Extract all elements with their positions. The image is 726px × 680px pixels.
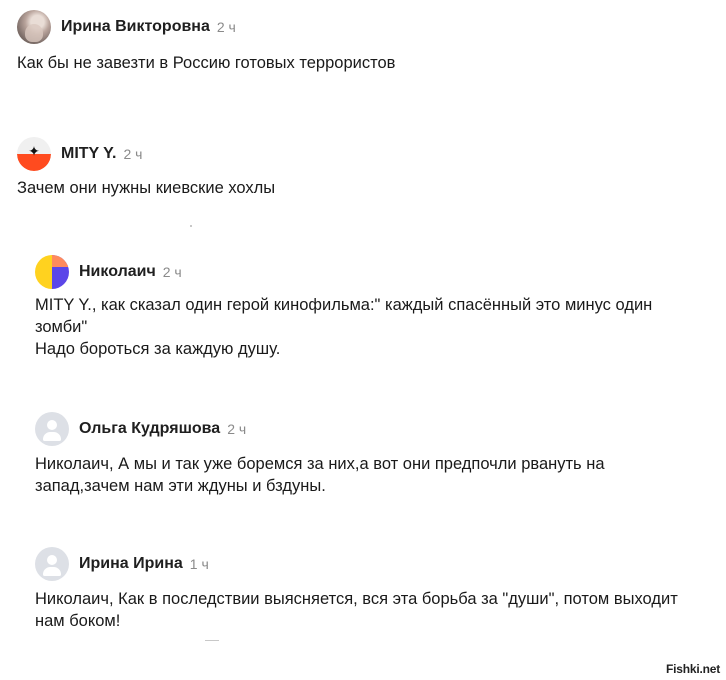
avatar[interactable] — [35, 255, 69, 289]
author-name[interactable]: Ирина Ирина — [79, 555, 183, 573]
comment-text: Как бы не завезти в Россию готовых терро… — [17, 54, 396, 72]
divider — [205, 640, 219, 641]
comment: Ирина Викторовна 2 ч Как бы не завезти в… — [17, 9, 395, 74]
divider — [190, 225, 192, 227]
avatar[interactable] — [35, 412, 69, 446]
comment-time: 2 ч — [162, 264, 182, 280]
watermark: Fishki.net — [665, 662, 720, 676]
comment-header: ✦ MITY Y. 2 ч — [17, 136, 275, 172]
avatar[interactable] — [35, 547, 69, 581]
avatar[interactable] — [17, 10, 51, 44]
comment-text: Зачем они нужны киевские хохлы — [17, 179, 276, 197]
author-name[interactable]: MITY Y. — [61, 145, 116, 163]
avatar-shape — [35, 255, 52, 289]
comment-time: 2 ч — [227, 421, 247, 437]
user-icon — [47, 555, 57, 565]
comment-header: Ирина Викторовна 2 ч — [17, 9, 395, 45]
author-name[interactable]: Николаич — [79, 263, 156, 281]
user-icon — [43, 567, 61, 576]
comment: ✦ MITY Y. 2 ч Зачем они нужны киевские х… — [17, 136, 275, 199]
reply-comment: Ольга Кудряшова 2 ч Николаич, А мы и так… — [35, 411, 605, 497]
comment-header: Ольга Кудряшова 2 ч — [35, 411, 605, 447]
user-icon — [47, 420, 57, 430]
comment-time: 2 ч — [123, 146, 143, 162]
comment-header: Ирина Ирина 1 ч — [35, 546, 678, 582]
avatar[interactable]: ✦ — [17, 137, 51, 171]
reply-comment: Николаич 2 ч MITY Y., как сказал один ге… — [35, 254, 652, 360]
comment-time: 1 ч — [189, 556, 209, 572]
comment-text: MITY Y., как сказал один герой кинофильм… — [35, 296, 653, 358]
comment-header: Николаич 2 ч — [35, 254, 652, 290]
user-icon — [43, 432, 61, 441]
comment-text: Николаич, А мы и так уже боремся за них,… — [35, 455, 605, 495]
comment-time: 2 ч — [216, 19, 236, 35]
reply-comment: Ирина Ирина 1 ч Николаич, Как в последст… — [35, 546, 678, 632]
sparkle-icon: ✦ — [28, 143, 40, 159]
comment-text: Николаич, Как в последствии выясняется, … — [35, 590, 678, 630]
author-name[interactable]: Ольга Кудряшова — [79, 420, 220, 438]
author-name[interactable]: Ирина Викторовна — [61, 18, 210, 36]
